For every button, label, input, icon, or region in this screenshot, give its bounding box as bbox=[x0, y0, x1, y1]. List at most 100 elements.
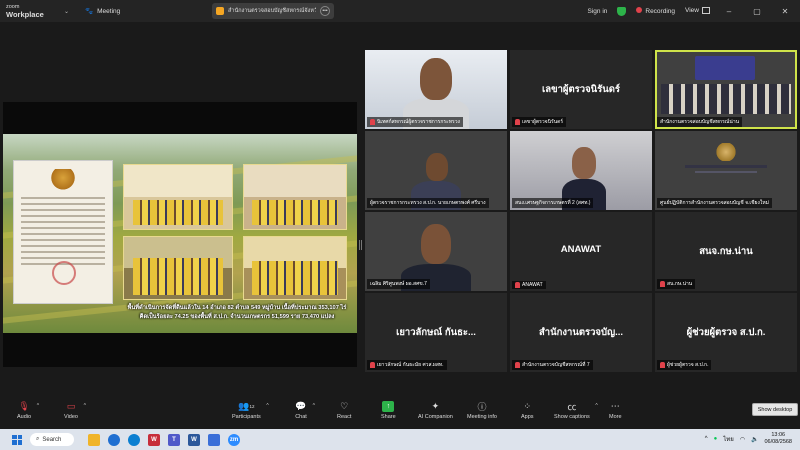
taskbar-search[interactable]: ⌕ Search bbox=[30, 433, 74, 446]
photo-group-1 bbox=[123, 236, 233, 300]
video-off-icon: ▭ bbox=[66, 401, 76, 411]
more-options-icon[interactable]: ••• bbox=[320, 6, 330, 16]
participants-icon: 👥 12 bbox=[238, 401, 255, 411]
participant-tile[interactable]: สนจ.กษ.น่าน สน.กษ.น่าน bbox=[655, 212, 797, 291]
participant-tile-active-speaker[interactable]: สำนักงานตรวจสอบบัญชีสหกรณ์น่าน bbox=[655, 50, 797, 129]
meeting-info-button[interactable]: ⓘ Meeting info bbox=[467, 401, 497, 420]
teams-icon[interactable]: T bbox=[168, 433, 180, 446]
captions-icon: ㏄ bbox=[567, 402, 577, 412]
system-tray: ^ ● ไทย ◠ 🔈 13:06 06/08/2568 bbox=[705, 432, 792, 446]
mic-muted-icon bbox=[515, 362, 520, 368]
participant-tile[interactable]: ANAWAT ANAWAT bbox=[510, 212, 652, 291]
garuda-emblem-icon bbox=[49, 169, 77, 191]
view-button[interactable]: View bbox=[685, 7, 710, 15]
participant-label: เฉลิม ศิริศูนพงษ์ ผอ.สศข.7 bbox=[367, 279, 430, 289]
participant-tile[interactable]: นิเทศก์สหกรณ์ผู้ตรวจราชการกระทรวง bbox=[365, 50, 507, 129]
chrome-icon[interactable] bbox=[108, 433, 120, 446]
chevron-up-icon[interactable]: ^ bbox=[266, 403, 268, 409]
participant-name: เลขาผู้ตรวจนิรันดร์ bbox=[522, 119, 564, 125]
captions-label: Show captions bbox=[554, 414, 590, 420]
video-button[interactable]: ▭ Video ^ bbox=[64, 401, 86, 420]
close-icon[interactable]: ✕ bbox=[776, 7, 794, 16]
chevron-up-icon[interactable]: ^ bbox=[313, 403, 315, 409]
shared-screen[interactable]: พื้นที่ดำเนินการจัดที่ดินแล้วใน 14 อำเภอ… bbox=[3, 102, 357, 367]
audio-button[interactable]: 🎙 Audio ^ bbox=[17, 401, 39, 420]
shared-screen-tab[interactable]: สำนักงานตรวจสอบบัญชีสหกรณ์จังหวัดน่าน ••… bbox=[212, 3, 334, 19]
mic-muted-icon bbox=[370, 119, 375, 125]
taskbar-search-label: Search bbox=[42, 436, 62, 443]
chat-button[interactable]: 💬 Chat ^ bbox=[295, 401, 315, 420]
recording-label: Recording bbox=[645, 8, 676, 15]
title-bar-right: Sign in Recording View – ▢ ✕ bbox=[588, 0, 800, 22]
file-explorer-icon[interactable] bbox=[88, 433, 100, 446]
paw-icon: 🐾 bbox=[85, 8, 94, 15]
record-dot-icon bbox=[636, 7, 643, 13]
slide-caption-line-1: พื้นที่ดำเนินการจัดที่ดินแล้วใน 14 อำเภอ… bbox=[127, 305, 347, 311]
system-clock[interactable]: 13:06 06/08/2568 bbox=[764, 432, 792, 446]
maximize-icon[interactable]: ▢ bbox=[748, 7, 766, 16]
chevron-up-icon[interactable]: ^ bbox=[84, 403, 86, 409]
zoom-icon[interactable]: zm bbox=[228, 433, 240, 446]
wifi-icon[interactable]: ◠ bbox=[740, 436, 745, 443]
presentation-slide: พื้นที่ดำเนินการจัดที่ดินแล้วใน 14 อำเภอ… bbox=[3, 134, 357, 333]
shared-screen-title: สำนักงานตรวจสอบบัญชีสหกรณ์จังหวัดน่าน bbox=[228, 8, 316, 14]
participants-button[interactable]: 👥 12 Participants ^ bbox=[232, 401, 269, 420]
slide-caption-line-2: คิดเป็นร้อยละ 74.25 ของพื้นที่ ส.ป.ก. จำ… bbox=[139, 314, 335, 320]
chevron-up-icon[interactable]: ^ bbox=[37, 403, 39, 409]
minimize-icon[interactable]: – bbox=[720, 7, 738, 16]
share-label: Share bbox=[381, 414, 396, 420]
captions-button[interactable]: ㏄ Show captions ^ bbox=[554, 401, 598, 420]
participant-tile[interactable]: เฉลิม ศิริศูนพงษ์ ผอ.สศข.7 bbox=[365, 212, 507, 291]
chevron-up-icon[interactable]: ^ bbox=[595, 403, 597, 409]
word-icon[interactable]: W bbox=[188, 433, 200, 446]
participant-tile[interactable]: ผู้ช่วยผู้ตรวจ ส.ป.ก. ผู้ช่วยผู้ตรวจ ส.ป… bbox=[655, 293, 797, 372]
participant-tile[interactable]: เลขาผู้ตรวจนิรันดร์ เลขาผู้ตรวจนิรันดร์ bbox=[510, 50, 652, 129]
tooltip-text: Show desktop bbox=[757, 407, 793, 413]
line-app-icon[interactable]: ● bbox=[714, 436, 718, 442]
react-button[interactable]: ♡ React bbox=[337, 401, 351, 420]
security-shield-icon[interactable] bbox=[617, 6, 627, 16]
zoom-logo: zoom Workplace bbox=[0, 4, 58, 18]
apps-button[interactable]: ⁘ Apps bbox=[521, 401, 534, 420]
meeting-toolbar: 🎙 Audio ^ ▭ Video ^ 👥 12 Participants ^ 💬… bbox=[0, 395, 800, 429]
participant-tile[interactable]: สำนักงานตรวจบัญ... สำนักงานตรวจบัญชีสหกร… bbox=[510, 293, 652, 372]
participant-name: เฉลิม ศิริศูนพงษ์ ผอ.สศข.7 bbox=[370, 281, 427, 287]
clock-date: 06/08/2568 bbox=[764, 439, 792, 445]
participant-tile[interactable]: ศูนย์ปฏิบัติการสำนักงานตรวจสอบบัญชี จ.เช… bbox=[655, 131, 797, 210]
chevron-down-icon[interactable]: ⌄ bbox=[64, 8, 69, 15]
participant-tile[interactable]: สนง.เศรษฐกิจการเกษตรที่ 2 (สศท.) bbox=[510, 131, 652, 210]
participant-big-name: สนจ.กษ.น่าน bbox=[699, 246, 753, 257]
participant-big-name: ผู้ช่วยผู้ตรวจ ส.ป.ก. bbox=[686, 327, 766, 338]
audio-label: Audio bbox=[17, 414, 32, 420]
wps-office-icon[interactable]: W bbox=[148, 433, 160, 446]
react-label: React bbox=[337, 414, 352, 420]
recording-indicator[interactable]: Recording bbox=[636, 7, 675, 15]
chevron-up-icon[interactable]: ^ bbox=[705, 436, 708, 442]
ai-companion-button[interactable]: ✦ AI Companion bbox=[418, 401, 453, 420]
meeting-room-people bbox=[661, 84, 791, 114]
share-screen-icon: ↑ bbox=[382, 401, 395, 412]
participant-label: นิเทศก์สหกรณ์ผู้ตรวจราชการกระทรวง bbox=[367, 117, 463, 127]
participant-tile[interactable]: ผู้ตรวจราชการกระทรวง ส.ป.ก. นายเกษตรพงศ์… bbox=[365, 131, 507, 210]
edge-icon[interactable] bbox=[128, 433, 140, 446]
view-label: View bbox=[685, 7, 699, 15]
gallery-view: นิเทศก์สหกรณ์ผู้ตรวจราชการกระทรวง เลขาผู… bbox=[365, 50, 797, 374]
more-button[interactable]: ⋯ More bbox=[609, 401, 622, 420]
participant-tile[interactable]: เยาวลักษณ์ กันธะ... เยาวลักษณ์ กันธะมัย … bbox=[365, 293, 507, 372]
splitter-handle[interactable] bbox=[359, 240, 362, 250]
participant-big-name: สำนักงานตรวจบัญ... bbox=[538, 327, 624, 338]
taskbar-apps: W T W zm bbox=[88, 433, 240, 446]
participant-big-name: เยาวลักษณ์ กันธะ... bbox=[396, 327, 476, 338]
meeting-tab[interactable]: 🐾 Meeting bbox=[85, 7, 120, 16]
land-deed-document bbox=[13, 160, 113, 304]
share-button[interactable]: ↑ Share bbox=[381, 401, 396, 420]
windows-start-icon[interactable] bbox=[12, 434, 22, 445]
more-icon: ⋯ bbox=[610, 401, 620, 411]
participant-big-name: ANAWAT bbox=[560, 244, 602, 255]
store-icon[interactable] bbox=[208, 433, 220, 446]
speaker-icon[interactable]: 🔈 bbox=[751, 436, 758, 443]
sign-in-button[interactable]: Sign in bbox=[588, 8, 608, 15]
participant-name: สำนักงานตรวจบัญชีสหกรณ์ที่ 7 bbox=[522, 362, 590, 368]
participant-label: ผู้ช่วยผู้ตรวจ ส.ป.ก. bbox=[657, 360, 712, 370]
input-language[interactable]: ไทย bbox=[723, 434, 734, 444]
